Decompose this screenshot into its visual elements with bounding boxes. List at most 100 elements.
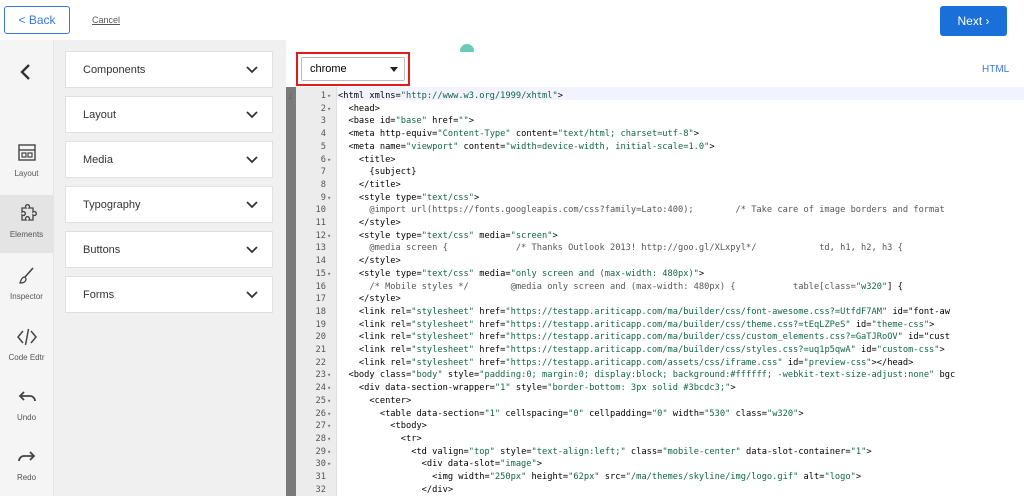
line-text: <base id="base" href=""> xyxy=(338,116,475,127)
code-line: 26 ▾ <table data-section="1" cellspacing=… xyxy=(286,408,1024,421)
gutter-marker: i xyxy=(288,92,293,101)
line-number: 22 xyxy=(315,357,326,368)
line-number: 28 xyxy=(315,433,326,444)
accordion-buttons[interactable]: Buttons xyxy=(65,231,273,268)
line-text: <td valign="top" style="text-align:left;… xyxy=(338,446,872,457)
line-number: 15 xyxy=(315,268,326,279)
line-text: <tr> xyxy=(338,433,422,444)
code-line: 8 </title> xyxy=(286,179,1024,192)
code-line: 10 @import url(https://fonts.googleapis.… xyxy=(286,204,1024,217)
code-line: 31 <img width="250px" height="62px" src=… xyxy=(286,471,1024,484)
rail-item-undo[interactable]: Undo xyxy=(0,378,53,436)
rail-item-layout[interactable]: Layout xyxy=(0,134,53,192)
line-text: /* Mobile styles */ @media only screen a… xyxy=(338,281,903,292)
code-line: 14 </style> xyxy=(286,255,1024,268)
line-text: <link rel="stylesheet" href="https://tes… xyxy=(338,332,950,343)
fold-toggle-icon[interactable]: ▾ xyxy=(327,103,331,116)
code-line: 12 ▾ <style type="text/css" media="screen… xyxy=(286,230,1024,243)
fold-toggle-icon[interactable]: ▾ xyxy=(327,458,331,471)
accordion-forms[interactable]: Forms xyxy=(65,276,273,313)
line-number: 32 xyxy=(315,484,326,495)
fold-toggle-icon[interactable]: ▾ xyxy=(327,382,331,395)
line-text: <table data-section="1" cellspacing="0" … xyxy=(338,408,804,419)
chevron-left-icon[interactable] xyxy=(16,62,36,82)
fold-toggle-icon[interactable]: ▾ xyxy=(327,395,331,408)
line-text: </style> xyxy=(338,218,401,228)
line-text: <link rel="stylesheet" href="https://tes… xyxy=(338,345,945,355)
accordion-title: Layout xyxy=(83,108,117,121)
elements-panel: Components Layout Media Typography Butto… xyxy=(54,40,286,496)
line-number: 26 xyxy=(315,408,326,419)
rail-item-redo[interactable]: Redo xyxy=(0,438,53,496)
line-text: </style> xyxy=(338,256,401,267)
rail-item-code-editor[interactable]: Code Edtr xyxy=(0,318,53,376)
code-line: 11 </style> xyxy=(286,217,1024,230)
fold-toggle-icon[interactable]: ▾ xyxy=(327,433,331,446)
line-text: <body class="body" style="padding:0; mar… xyxy=(338,370,956,381)
line-text: <meta http-equiv="Content-Type" content=… xyxy=(338,129,699,140)
fold-toggle-icon[interactable]: ▾ xyxy=(327,90,331,103)
accordion-typography[interactable]: Typography xyxy=(65,186,273,223)
line-text: <meta name="viewport" content="width=dev… xyxy=(338,141,715,152)
next-button[interactable]: Next › xyxy=(940,6,1007,36)
line-number: 13 xyxy=(315,243,326,254)
rail-item-inspector[interactable]: Inspector xyxy=(0,257,53,315)
fold-toggle-icon[interactable]: ▾ xyxy=(327,268,331,281)
code-line: 20 <link rel="stylesheet" href="https://… xyxy=(286,331,1024,344)
chevron-down-icon xyxy=(246,245,258,253)
line-number: 4 xyxy=(320,129,326,140)
line-text: </title> xyxy=(338,179,401,190)
code-line: 3 <base id="base" href=""> xyxy=(286,115,1024,128)
cancel-link[interactable]: Cancel xyxy=(92,15,120,25)
accordion-components[interactable]: Components xyxy=(65,51,273,88)
rail-label: Redo xyxy=(16,473,37,482)
line-number: 1 xyxy=(320,91,326,101)
html-mode-link[interactable]: HTML xyxy=(982,64,1009,75)
accordion-title: Typography xyxy=(83,198,141,211)
fold-toggle-icon[interactable]: ▾ xyxy=(327,446,331,459)
code-line: 5 <meta name="viewport" content="width=d… xyxy=(286,141,1024,154)
fold-toggle-icon[interactable]: ▾ xyxy=(327,230,331,243)
code-editor: chrome HTML i 1 ▾ <html xmlns="http://www.w… xyxy=(286,40,1024,496)
line-number: 3 xyxy=(320,116,326,127)
line-text: <title> xyxy=(338,154,396,165)
line-number: 27 xyxy=(315,421,326,432)
drag-handle[interactable] xyxy=(460,44,474,52)
chevron-down-icon xyxy=(246,290,258,298)
fold-toggle-icon[interactable]: ▾ xyxy=(327,192,331,205)
browser-select[interactable]: chrome xyxy=(301,57,405,81)
line-number: 11 xyxy=(315,218,326,228)
code-line: 23 ▾ <body class="body" style="padding:0;… xyxy=(286,369,1024,382)
line-text: @media screen { /* Thanks Outlook 2013! … xyxy=(338,243,903,254)
editor-toolbar: chrome HTML xyxy=(286,40,1024,87)
brush-icon xyxy=(18,267,34,284)
line-text: <html xmlns="http://www.w3.org/1999/xhtm… xyxy=(338,91,563,101)
accordion-title: Components xyxy=(83,63,146,76)
fold-toggle-icon[interactable]: ▾ xyxy=(327,369,331,382)
rail-label: Undo xyxy=(16,413,37,422)
fold-toggle-icon[interactable]: ▾ xyxy=(327,420,331,433)
line-number: 30 xyxy=(315,459,326,470)
back-button[interactable]: < Back xyxy=(4,6,70,34)
line-number: 5 xyxy=(320,141,326,152)
code-line: 15 ▾ <style type="text/css" media="only s… xyxy=(286,268,1024,281)
code-line: 16 /* Mobile styles */ @media only scree… xyxy=(286,281,1024,294)
accordion-media[interactable]: Media xyxy=(65,141,273,178)
line-number: 2 xyxy=(320,103,326,114)
fold-toggle-icon[interactable]: ▾ xyxy=(327,408,331,421)
code-line: 27 ▾ <tbody> xyxy=(286,420,1024,433)
code-line: 32 </div> xyxy=(286,484,1024,496)
rail-item-elements[interactable]: Elements xyxy=(0,195,53,253)
line-text: <tbody> xyxy=(338,421,427,432)
code-icon xyxy=(16,328,37,346)
line-number: 16 xyxy=(315,281,326,292)
chevron-down-icon xyxy=(246,110,258,118)
undo-icon xyxy=(18,391,36,402)
code-area[interactable]: i 1 ▾ <html xmlns="http://www.w3.org/1999/x… xyxy=(286,87,1024,496)
chevron-down-icon xyxy=(246,155,258,163)
line-number: 20 xyxy=(315,332,326,343)
line-text: <img width="250px" height="62px" src="/m… xyxy=(338,472,862,482)
fold-toggle-icon[interactable]: ▾ xyxy=(327,154,331,167)
line-text: <link rel="stylesheet" href="https://tes… xyxy=(338,319,935,330)
accordion-layout[interactable]: Layout xyxy=(65,96,273,133)
